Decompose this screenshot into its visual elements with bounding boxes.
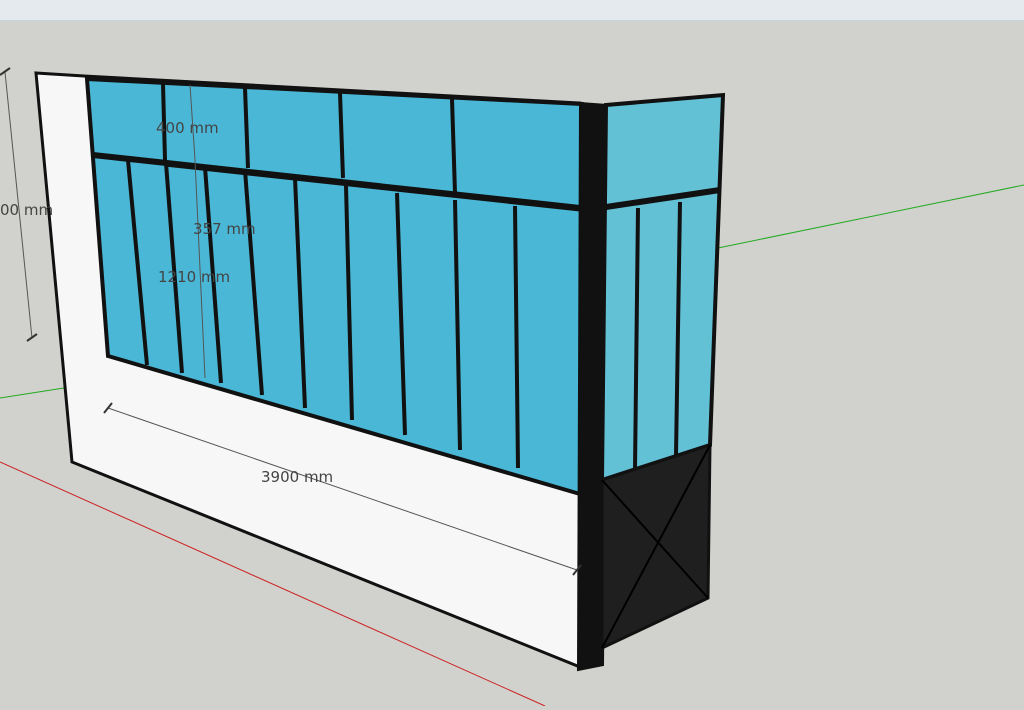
dimension-label-top-band: 400 mm — [156, 119, 219, 137]
green-axis-right — [717, 184, 1024, 249]
model-viewport[interactable]: 00 mm 400 mm 357 mm 1210 mm 3900 mm — [0, 0, 1024, 707]
side-glass-panel — [599, 92, 726, 483]
dimension-label-width: 3900 mm — [261, 468, 333, 486]
dimension-label-glazing: 1210 mm — [158, 268, 230, 286]
dimension-label-middle: 357 mm — [193, 220, 256, 238]
dimension-label-height: 00 mm — [0, 201, 53, 219]
